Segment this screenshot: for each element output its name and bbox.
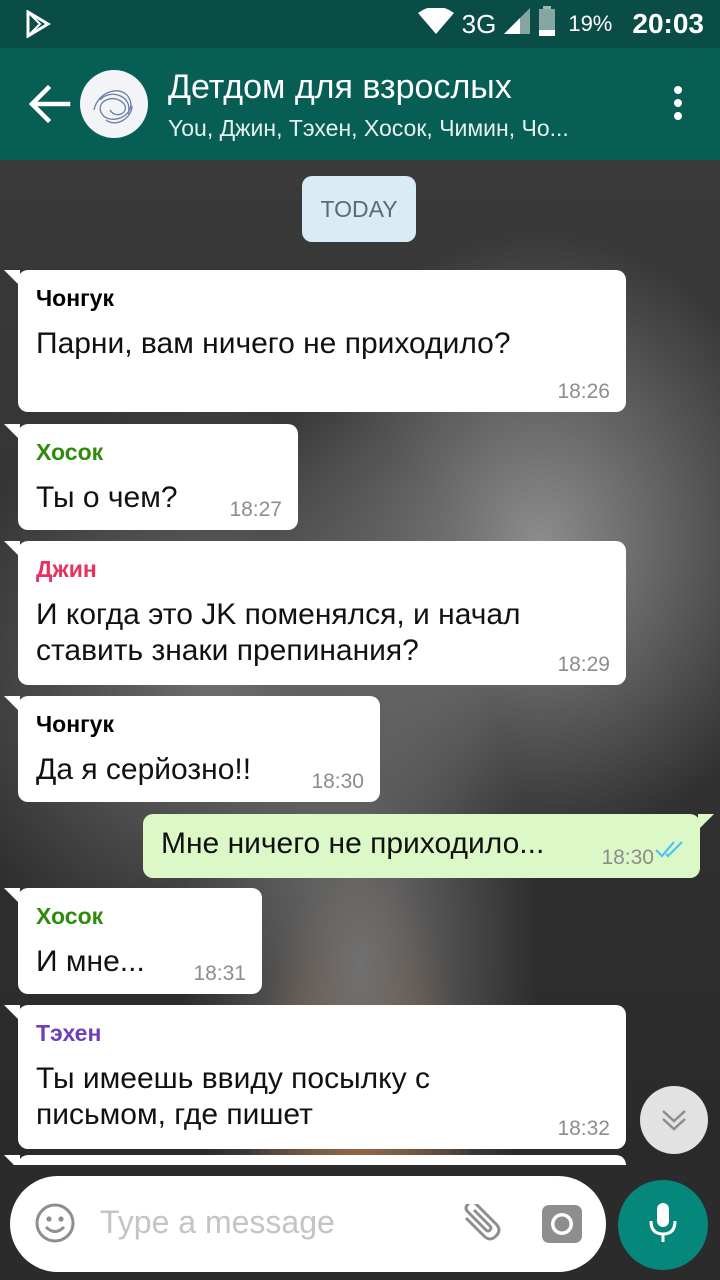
message-input-bar[interactable]: Type a message — [10, 1176, 606, 1272]
message-bubble[interactable]: Джин И когда это JK поменялся, и начал с… — [4, 541, 626, 685]
message-text: И когда это JK поменялся, и начал ставит… — [36, 598, 521, 667]
attach-icon[interactable] — [458, 1200, 502, 1249]
battery-icon — [538, 5, 556, 43]
message-bubble[interactable]: Чонгук Да я серйозно!! 18:30 — [4, 696, 380, 802]
chat-title[interactable]: Детдом для взрослых — [168, 68, 512, 107]
message-sender: Хосок — [36, 439, 104, 465]
message-input[interactable]: Type a message — [100, 1204, 335, 1241]
status-time: 20:03 — [632, 8, 704, 39]
chat-members[interactable]: You, Джин, Тэхен, Хосок, Чимин, Чо... — [168, 115, 618, 142]
network-type: 3G — [461, 8, 497, 39]
chat-header: Детдом для взрослых You, Джин, Тэхен, Хо… — [0, 48, 720, 160]
message-bubble[interactable]: Чонгук Парни, вам ничего не приходило? 1… — [4, 270, 626, 412]
chat-area[interactable]: TODAY Чонгук Парни, вам ничего не приход… — [0, 160, 720, 1165]
play-store-icon — [24, 9, 52, 43]
message-text: Ты имеешь ввиду посылку с письмом, где п… — [36, 1062, 430, 1131]
status-bar: 3G 19% 20:03 — [0, 0, 720, 48]
message-time: 18:31 — [193, 962, 246, 985]
message-sender: Джин — [36, 556, 97, 582]
date-chip: TODAY — [302, 176, 416, 242]
message-time: 18:32 — [557, 1117, 610, 1140]
signal-icon — [504, 7, 531, 41]
message-bubble[interactable]: Хосок Ты о чем? 18:27 — [4, 424, 298, 530]
message-text: Парни, вам ничего не приходило? — [36, 327, 511, 360]
camera-icon[interactable] — [540, 1203, 584, 1250]
message-time: 18:30 — [311, 770, 364, 793]
scroll-down-icon[interactable] — [640, 1086, 708, 1154]
mic-icon — [648, 1202, 678, 1248]
back-arrow-icon[interactable] — [28, 84, 72, 124]
mic-button[interactable] — [618, 1180, 708, 1270]
message-sender: Тэхен — [36, 1020, 102, 1046]
message-bubble[interactable]: Хосок И мне... 18:31 — [4, 888, 262, 994]
wifi-icon — [417, 6, 454, 41]
message-sender: Чонгук — [36, 711, 114, 737]
message-time: 18:29 — [557, 653, 610, 676]
message-time: 18:27 — [229, 498, 282, 521]
double-check-icon — [654, 839, 686, 864]
emoji-icon[interactable] — [34, 1202, 76, 1249]
outgoing-message-bubble[interactable]: Мне ничего не приходило... 18:30 — [143, 814, 714, 878]
partial-message-bubble[interactable] — [4, 1155, 626, 1165]
message-sender: Чонгук — [36, 285, 114, 311]
message-bubble[interactable]: Тэхен Ты имеешь ввиду посылку с письмом,… — [4, 1005, 626, 1149]
message-sender: Хосок — [36, 903, 104, 929]
message-time: 18:26 — [557, 380, 610, 403]
message-time: 18:30 — [601, 846, 654, 869]
group-avatar[interactable] — [80, 70, 148, 138]
battery-percent: 19% — [568, 11, 613, 36]
more-vert-icon[interactable] — [672, 86, 684, 126]
